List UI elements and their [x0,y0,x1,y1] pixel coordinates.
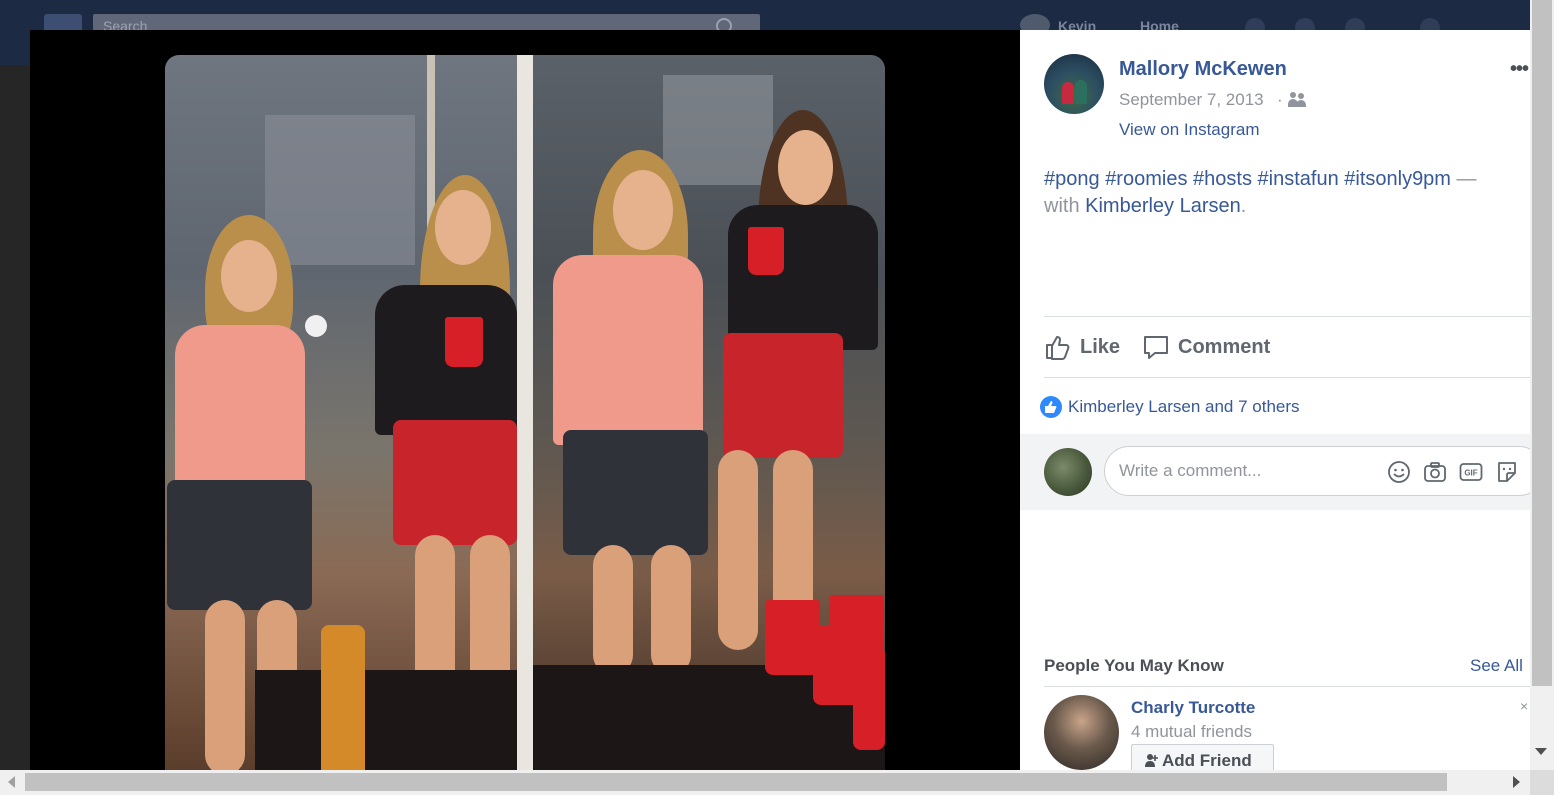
comment-button[interactable]: Comment [1142,330,1282,364]
lightbox-backdrop[interactable] [0,65,30,770]
reactions-text[interactable]: Kimberley Larsen and 7 others [1068,397,1300,417]
dismiss-suggestion-icon[interactable]: × [1520,698,1528,714]
see-all-link[interactable]: See All [1470,656,1523,676]
camera-icon[interactable] [1423,460,1447,484]
emoji-icon[interactable] [1387,460,1411,484]
hashtag-link[interactable]: #instafun [1258,168,1339,190]
people-you-may-know-title: People You May Know [1044,656,1224,675]
comment-label: Comment [1178,336,1271,358]
photo-right-panel [533,55,885,770]
add-friend-label: Add Friend [1162,751,1252,770]
thumbs-up-icon [1046,336,1070,360]
commenter-avatar[interactable] [1044,448,1092,496]
photo-left-panel [165,55,517,770]
svg-text:GIF: GIF [1464,469,1477,478]
tagged-person-link[interactable]: Kimberley Larsen [1085,195,1241,217]
add-friend-button[interactable]: Add Friend [1131,744,1274,770]
author-avatar[interactable] [1044,54,1104,114]
hashtag-link[interactable]: #hosts [1193,168,1252,190]
scroll-down-arrow-icon[interactable] [1535,748,1547,755]
post-date-link[interactable]: September 7, 2013 [1119,90,1264,110]
suggestion-avatar[interactable] [1044,695,1119,770]
scrollbar-corner [1530,770,1554,795]
divider [1044,377,1530,378]
author-name-link[interactable]: Mallory McKewen [1119,58,1287,81]
comment-bubble-icon [1144,336,1168,359]
hashtag-link[interactable]: #pong [1044,168,1100,190]
suggestion-name-link[interactable]: Charly Turcotte [1131,698,1255,718]
photo-divider [517,55,533,770]
add-friend-icon [1145,754,1158,767]
post-photo[interactable] [165,55,885,770]
photo-stage[interactable] [30,30,1020,770]
caption-end: . [1240,195,1247,217]
post-details-panel: Mallory McKewen September 7, 2013 · View… [1020,30,1530,770]
scroll-right-arrow-icon[interactable] [1513,776,1520,788]
like-label: Like [1080,336,1121,358]
divider [1044,686,1530,687]
comment-composer: GIF [1020,434,1530,510]
vertical-scrollbar-thumb[interactable] [1532,0,1552,686]
hashtag-link[interactable]: #itsonly9pm [1344,168,1451,190]
sticker-icon[interactable] [1495,460,1519,484]
view-on-instagram-link[interactable]: View on Instagram [1119,120,1259,140]
divider [1044,316,1530,317]
hashtag-link[interactable]: #roomies [1105,168,1187,190]
horizontal-scrollbar-thumb[interactable] [25,773,1447,791]
mutual-friends-count[interactable]: 4 mutual friends [1131,722,1252,742]
friends-icon[interactable] [1288,92,1306,108]
more-options-icon[interactable]: ••• [1510,58,1529,81]
scroll-left-arrow-icon[interactable] [8,776,15,788]
like-button[interactable]: Like [1044,330,1144,364]
date-separator: · [1277,90,1283,109]
like-reaction-icon [1040,396,1062,418]
gif-icon[interactable]: GIF [1459,460,1483,484]
post-caption: #pong #roomies #hosts #instafun #itsonly… [1044,166,1514,220]
